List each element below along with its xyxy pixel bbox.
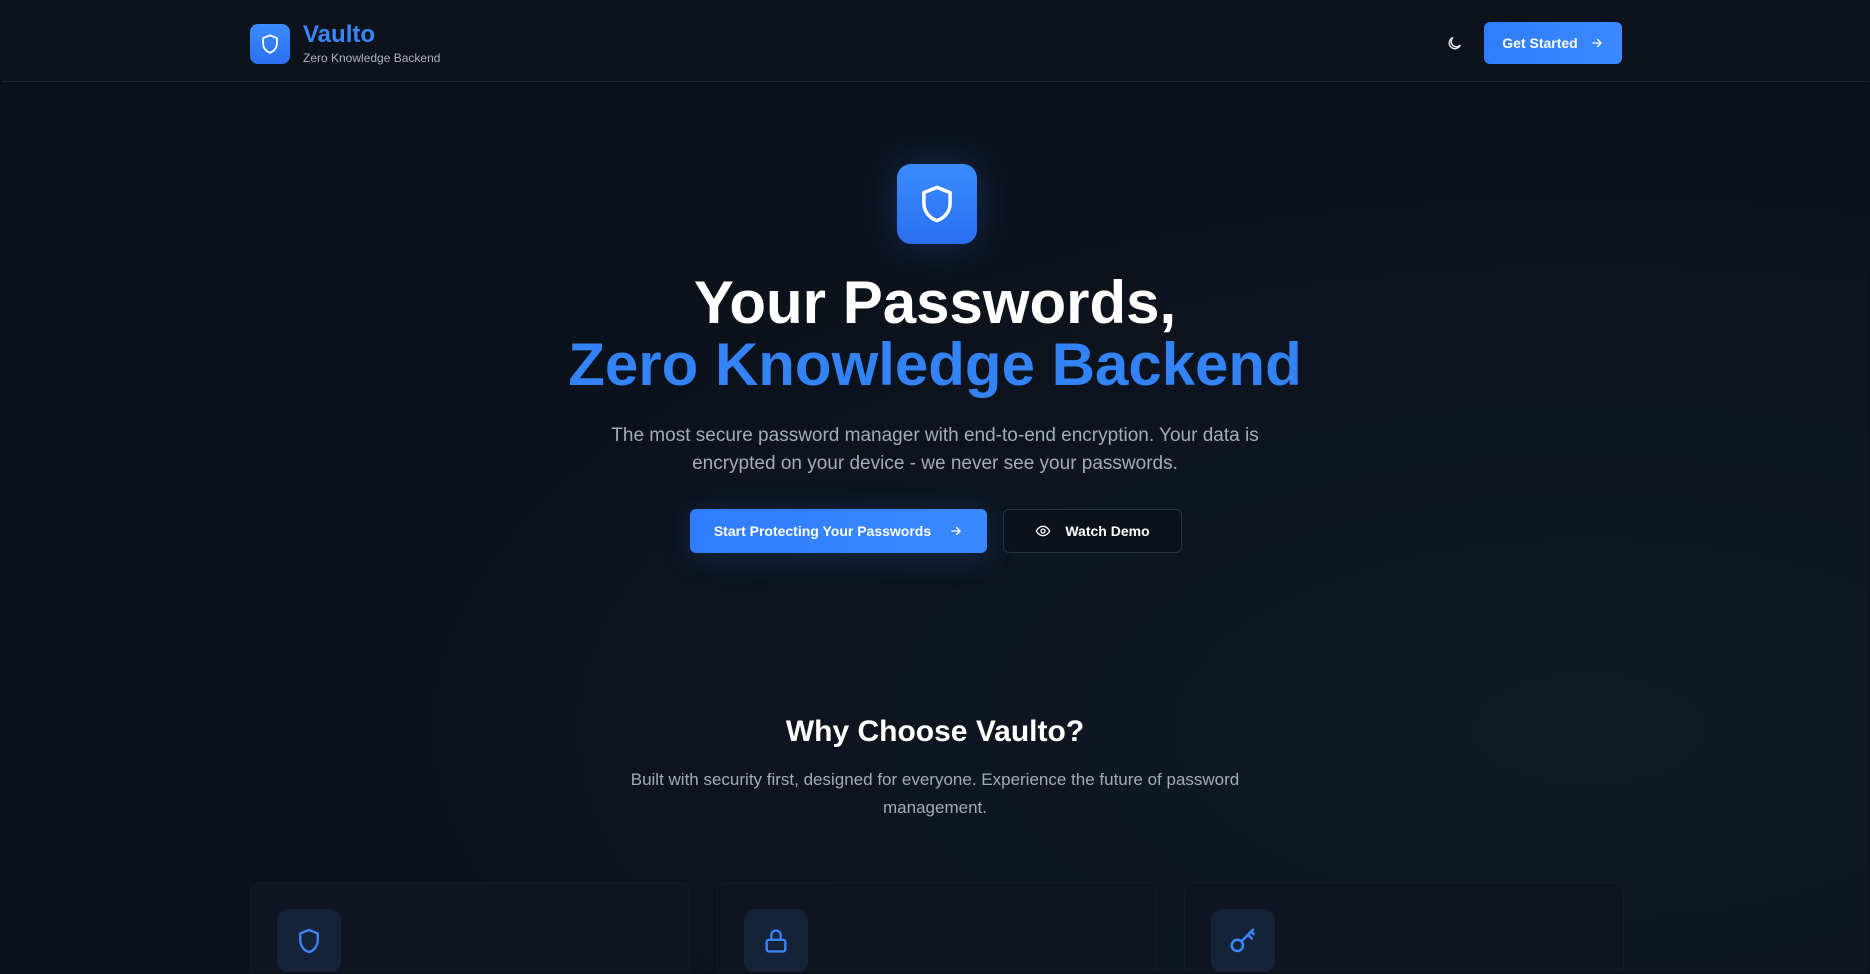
eye-icon (1036, 525, 1051, 537)
feature-card (1184, 882, 1624, 972)
feature-card (717, 882, 1157, 972)
features-description: Built with security first, designed for … (630, 770, 1240, 817)
feature-card (250, 882, 690, 972)
watch-demo-label: Watch Demo (1065, 523, 1150, 539)
arrow-right-icon (951, 526, 961, 536)
hero-title-line1: Your Passwords, (693, 269, 1177, 336)
features-title: Why Choose Vaulto? (785, 715, 1085, 748)
brand[interactable]: Vaulto Zero Knowledge Backend (250, 22, 440, 66)
shield-icon (897, 164, 977, 244)
lock-icon (744, 909, 808, 972)
brand-text: Vaulto Zero Knowledge Backend (303, 22, 440, 66)
get-started-button[interactable]: Get Started (1484, 22, 1622, 64)
get-started-label: Get Started (1502, 35, 1578, 51)
brand-tagline: Zero Knowledge Backend (303, 51, 441, 65)
hero-title: Your Passwords, Zero Knowledge Backend (2, 272, 1868, 396)
moon-icon[interactable] (1442, 31, 1466, 55)
shield-icon (277, 909, 341, 972)
watch-demo-button[interactable]: Watch Demo (1003, 509, 1182, 553)
arrow-right-icon (1592, 38, 1602, 48)
key-icon (1211, 909, 1275, 972)
top-nav: Vaulto Zero Knowledge Backend Get Starte… (2, 2, 1868, 82)
start-protecting-label: Start Protecting Your Passwords (713, 523, 932, 539)
shield-icon (250, 24, 290, 64)
start-protecting-button[interactable]: Start Protecting Your Passwords (690, 509, 987, 553)
hero-description: The most secure password manager with en… (611, 425, 1259, 474)
page: Vaulto Zero Knowledge Backend Get Starte… (2, 2, 1868, 972)
brand-name: Vaulto (303, 21, 376, 48)
hero-title-line2: Zero Knowledge Backend (568, 331, 1302, 398)
